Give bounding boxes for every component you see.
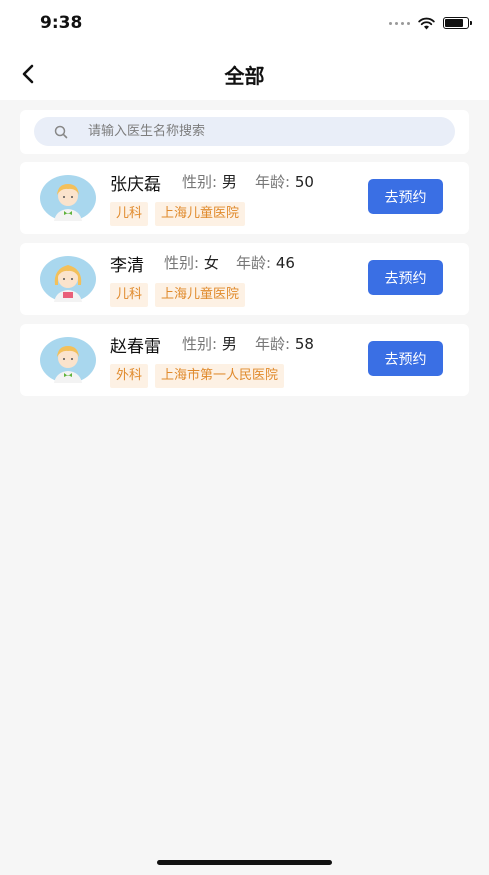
department-tag: 外科 [110, 364, 149, 388]
doctor-age: 年龄: 58 [255, 333, 314, 354]
status-icons [389, 15, 472, 31]
doctor-age: 年龄: 46 [236, 252, 295, 273]
top-bar: 9:38 全部 [0, 0, 489, 100]
book-appointment-button[interactable]: 去预约 [368, 341, 443, 376]
department-tag: 儿科 [110, 202, 149, 226]
doctor-card: 赵春雷 性别: 男 年龄: 58 外科 上海市第一人民医院 去预约 [20, 324, 469, 396]
status-time: 9:38 [40, 13, 83, 33]
signal-icon [389, 21, 410, 25]
hospital-tag: 上海市第一人民医院 [155, 364, 285, 388]
book-appointment-button[interactable]: 去预约 [368, 179, 443, 214]
doctor-gender: 性别: 男 [182, 333, 237, 354]
doctor-tags: 外科 上海市第一人民医院 [110, 364, 285, 388]
doctor-card: 张庆磊 性别: 男 年龄: 50 儿科 上海儿童医院 去预约 [20, 162, 469, 234]
doctor-name: 张庆磊 [110, 175, 161, 195]
battery-icon [443, 17, 472, 29]
department-tag: 儿科 [110, 283, 149, 307]
doctor-name: 李清 [110, 256, 144, 276]
gender-value: 男 [221, 335, 237, 353]
search-icon [54, 125, 68, 139]
search-box[interactable] [34, 117, 455, 146]
gender-value: 女 [203, 254, 219, 272]
age-label: 年龄: [236, 254, 272, 272]
search-bar [20, 110, 469, 154]
age-value: 50 [294, 173, 314, 191]
hospital-tag: 上海儿童医院 [155, 283, 246, 307]
age-value: 46 [275, 254, 295, 272]
male-doctor-avatar [40, 175, 96, 221]
book-appointment-button[interactable]: 去预约 [368, 260, 443, 295]
gender-label: 性别: [182, 335, 218, 353]
page-title: 全部 [224, 64, 265, 88]
hospital-tag: 上海儿童医院 [155, 202, 246, 226]
battery-level [445, 19, 463, 27]
age-label: 年龄: [255, 335, 291, 353]
doctor-name: 赵春雷 [110, 337, 161, 357]
doctor-tags: 儿科 上海儿童医院 [110, 283, 246, 307]
female-doctor-avatar [40, 256, 96, 302]
age-label: 年龄: [255, 173, 291, 191]
gender-label: 性别: [164, 254, 200, 272]
gender-label: 性别: [182, 173, 218, 191]
home-indicator[interactable] [157, 860, 332, 865]
doctor-gender: 性别: 女 [164, 252, 219, 273]
gender-value: 男 [221, 173, 237, 191]
doctor-card: 李清 性别: 女 年龄: 46 儿科 上海儿童医院 去预约 [20, 243, 469, 315]
male-doctor-avatar [40, 337, 96, 383]
doctor-gender: 性别: 男 [182, 171, 237, 192]
search-input[interactable] [86, 123, 430, 140]
age-value: 58 [294, 335, 314, 353]
wifi-icon [418, 17, 435, 29]
doctor-age: 年龄: 50 [255, 171, 314, 192]
doctor-tags: 儿科 上海儿童医院 [110, 202, 246, 226]
